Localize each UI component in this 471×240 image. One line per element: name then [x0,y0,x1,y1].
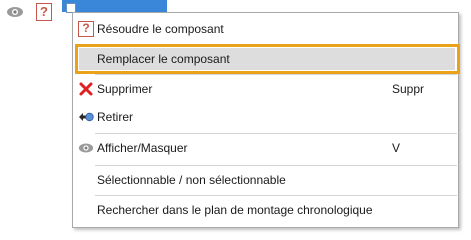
menu-item-label: Résoudre le composant [97,22,224,36]
menu-item-label: Rechercher dans le plan de montage chron… [97,203,373,217]
arrow-circle-icon [79,112,94,122]
context-menu: ? Résoudre le composant Remplacer le com… [72,12,460,228]
menu-item-label: Sélectionnable / non sélectionnable [97,173,286,187]
menu-item-resoudre[interactable]: ? Résoudre le composant [73,15,458,43]
menu-item-label: Afficher/Masquer [97,141,188,155]
menu-item-label: Supprimer [97,82,153,96]
question-icon[interactable]: ? [36,3,52,21]
menu-item-shortcut: Suppr [392,82,425,96]
menu-item-selectionnable[interactable]: Sélectionnable / non sélectionnable [73,166,458,194]
eye-icon [78,143,94,153]
menu-item-supprimer[interactable]: Supprimer Suppr [73,75,458,103]
selected-component-row[interactable] [62,0,167,13]
eye-icon[interactable] [6,5,24,19]
menu-item-shortcut: V [392,141,401,155]
menu-item-retirer[interactable]: Retirer [73,103,458,131]
menu-item-rechercher-plan-montage[interactable]: Rechercher dans le plan de montage chron… [73,196,458,224]
menu-item-afficher-masquer[interactable]: Afficher/Masquer V [73,134,458,162]
red-x-icon [79,82,93,96]
menu-item-label: Remplacer le composant [97,52,230,66]
menu-item-label: Retirer [97,110,134,124]
menu-item-remplacer[interactable]: Remplacer le composant [73,45,458,73]
question-icon: ? [78,21,94,37]
